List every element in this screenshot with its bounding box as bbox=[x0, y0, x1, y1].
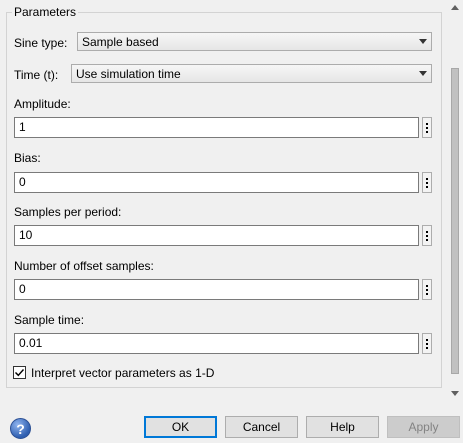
sine-type-label: Sine type: bbox=[14, 36, 68, 50]
offset-samples-more-options-button[interactable] bbox=[422, 279, 432, 300]
bias-label: Bias: bbox=[14, 151, 41, 165]
time-label: Time (t): bbox=[14, 68, 59, 82]
chevron-down-icon bbox=[415, 65, 431, 82]
time-dropdown[interactable]: Use simulation time bbox=[71, 64, 432, 83]
vertical-scrollbar[interactable] bbox=[447, 0, 463, 402]
samples-per-period-more-options-button[interactable] bbox=[422, 225, 432, 246]
parameters-group-title: Parameters bbox=[12, 4, 79, 20]
help-question-icon[interactable]: ? bbox=[10, 418, 31, 439]
offset-samples-field[interactable]: 0 bbox=[14, 279, 419, 300]
samples-per-period-label: Samples per period: bbox=[14, 205, 122, 219]
offset-samples-label: Number of offset samples: bbox=[14, 259, 154, 273]
sample-time-label: Sample time: bbox=[14, 313, 85, 327]
interpret-vector-label[interactable]: Interpret vector parameters as 1-D bbox=[31, 365, 214, 381]
help-button[interactable]: Help bbox=[306, 416, 379, 438]
amplitude-more-options-button[interactable] bbox=[422, 117, 432, 138]
bias-field[interactable]: 0 bbox=[14, 172, 419, 193]
chevron-down-icon bbox=[415, 33, 431, 50]
apply-button[interactable]: Apply bbox=[387, 416, 460, 438]
sample-time-field[interactable]: 0.01 bbox=[14, 333, 419, 354]
sine-type-value: Sample based bbox=[82, 34, 159, 49]
checkmark-icon bbox=[15, 369, 25, 377]
scroll-up-arrow-icon[interactable] bbox=[451, 5, 459, 10]
amplitude-label: Amplitude: bbox=[14, 97, 71, 111]
time-value: Use simulation time bbox=[76, 66, 181, 81]
samples-per-period-field[interactable]: 10 bbox=[14, 225, 419, 246]
ok-button[interactable]: OK bbox=[144, 416, 217, 438]
sample-time-more-options-button[interactable] bbox=[422, 333, 432, 354]
scrollbar-thumb[interactable] bbox=[451, 68, 459, 374]
cancel-button[interactable]: Cancel bbox=[225, 416, 298, 438]
interpret-vector-checkbox[interactable] bbox=[13, 366, 26, 379]
sine-type-dropdown[interactable]: Sample based bbox=[77, 32, 432, 51]
bias-more-options-button[interactable] bbox=[422, 172, 432, 193]
amplitude-field[interactable]: 1 bbox=[14, 117, 419, 138]
scroll-down-arrow-icon[interactable] bbox=[451, 391, 459, 396]
